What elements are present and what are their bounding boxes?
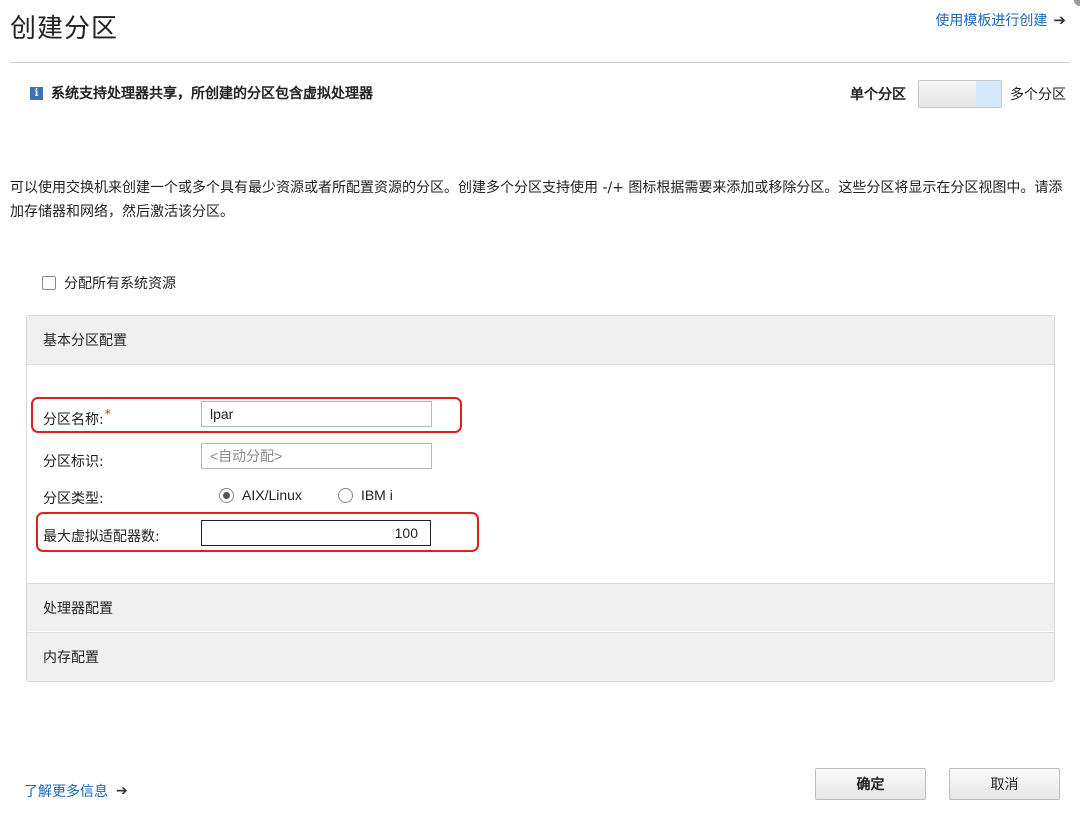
memory-config-header[interactable]: 内存配置 xyxy=(27,632,1054,681)
header-divider xyxy=(10,62,1070,63)
arrow-right-icon: ➔ xyxy=(1053,11,1066,29)
info-icon: i xyxy=(30,86,43,100)
partition-type-options: AIX/Linux IBM i xyxy=(219,487,393,503)
max-virtual-adapters-input[interactable] xyxy=(201,520,431,546)
radio-ibm-i[interactable] xyxy=(337,487,353,503)
radio-aix-linux-label: AIX/Linux xyxy=(242,487,302,503)
allocate-all-checkbox[interactable] xyxy=(42,276,56,290)
ok-button[interactable]: 确定 xyxy=(815,768,926,800)
learn-more-label: 了解更多信息 xyxy=(24,784,108,800)
required-asterisk: * xyxy=(104,407,111,421)
max-virtual-adapters-label: 最大虚拟适配器数: xyxy=(43,529,160,545)
partition-config-panel: 基本分区配置 分区名称:* 分区标识: 分区类型: AIX/Linux IBM … xyxy=(26,315,1055,682)
multiple-partitions-label: 多个分区 xyxy=(1010,87,1066,103)
partition-name-label-text: 分区名称: xyxy=(43,412,104,428)
basic-config-header[interactable]: 基本分区配置 xyxy=(27,316,1054,365)
allocate-all-label: 分配所有系统资源 xyxy=(64,276,176,292)
radio-selected-dot xyxy=(223,491,230,499)
processor-config-header[interactable]: 处理器配置 xyxy=(27,583,1054,631)
partition-type-label: 分区类型: xyxy=(43,491,104,507)
radio-ibm-i-label: IBM i xyxy=(360,487,393,503)
create-from-template-label: 使用模板进行创建 xyxy=(935,13,1048,29)
allocate-all-resources[interactable]: 分配所有系统资源 xyxy=(42,273,176,293)
learn-more-link[interactable]: 了解更多信息 ➔ xyxy=(24,781,128,801)
radio-aix-linux[interactable] xyxy=(219,487,234,503)
partition-name-input[interactable] xyxy=(201,401,432,427)
info-message-text: 系统支持处理器共享，所创建的分区包含虚拟处理器 xyxy=(51,86,373,102)
basic-config-header-label: 基本分区配置 xyxy=(43,333,127,349)
info-message: i 系统支持处理器共享，所创建的分区包含虚拟处理器 xyxy=(30,83,373,103)
single-partition-label: 单个分区 xyxy=(850,87,906,103)
create-from-template-link[interactable]: 使用模板进行创建 ➔ xyxy=(935,10,1066,30)
partition-mode-toggle[interactable] xyxy=(918,80,1002,108)
page-title: 创建分区 xyxy=(10,14,119,44)
processor-config-header-label: 处理器配置 xyxy=(43,600,113,617)
description-text: 可以使用交换机来创建一个或多个具有最少资源或者所配置资源的分区。创建多个分区支持… xyxy=(10,180,1063,220)
window-corner-decoration xyxy=(1074,0,1080,6)
cancel-button[interactable]: 取消 xyxy=(949,768,1060,800)
arrow-right-icon: ➔ xyxy=(116,783,128,799)
partition-name-label: 分区名称:* xyxy=(43,407,111,429)
partition-id-label: 分区标识: xyxy=(43,454,104,470)
memory-config-header-label: 内存配置 xyxy=(43,650,99,666)
partition-mode-switch: 单个分区 多个分区 xyxy=(850,80,1066,108)
toggle-on-indicator xyxy=(976,81,1001,107)
partition-id-input[interactable] xyxy=(201,443,432,469)
toggle-knob xyxy=(919,81,978,107)
